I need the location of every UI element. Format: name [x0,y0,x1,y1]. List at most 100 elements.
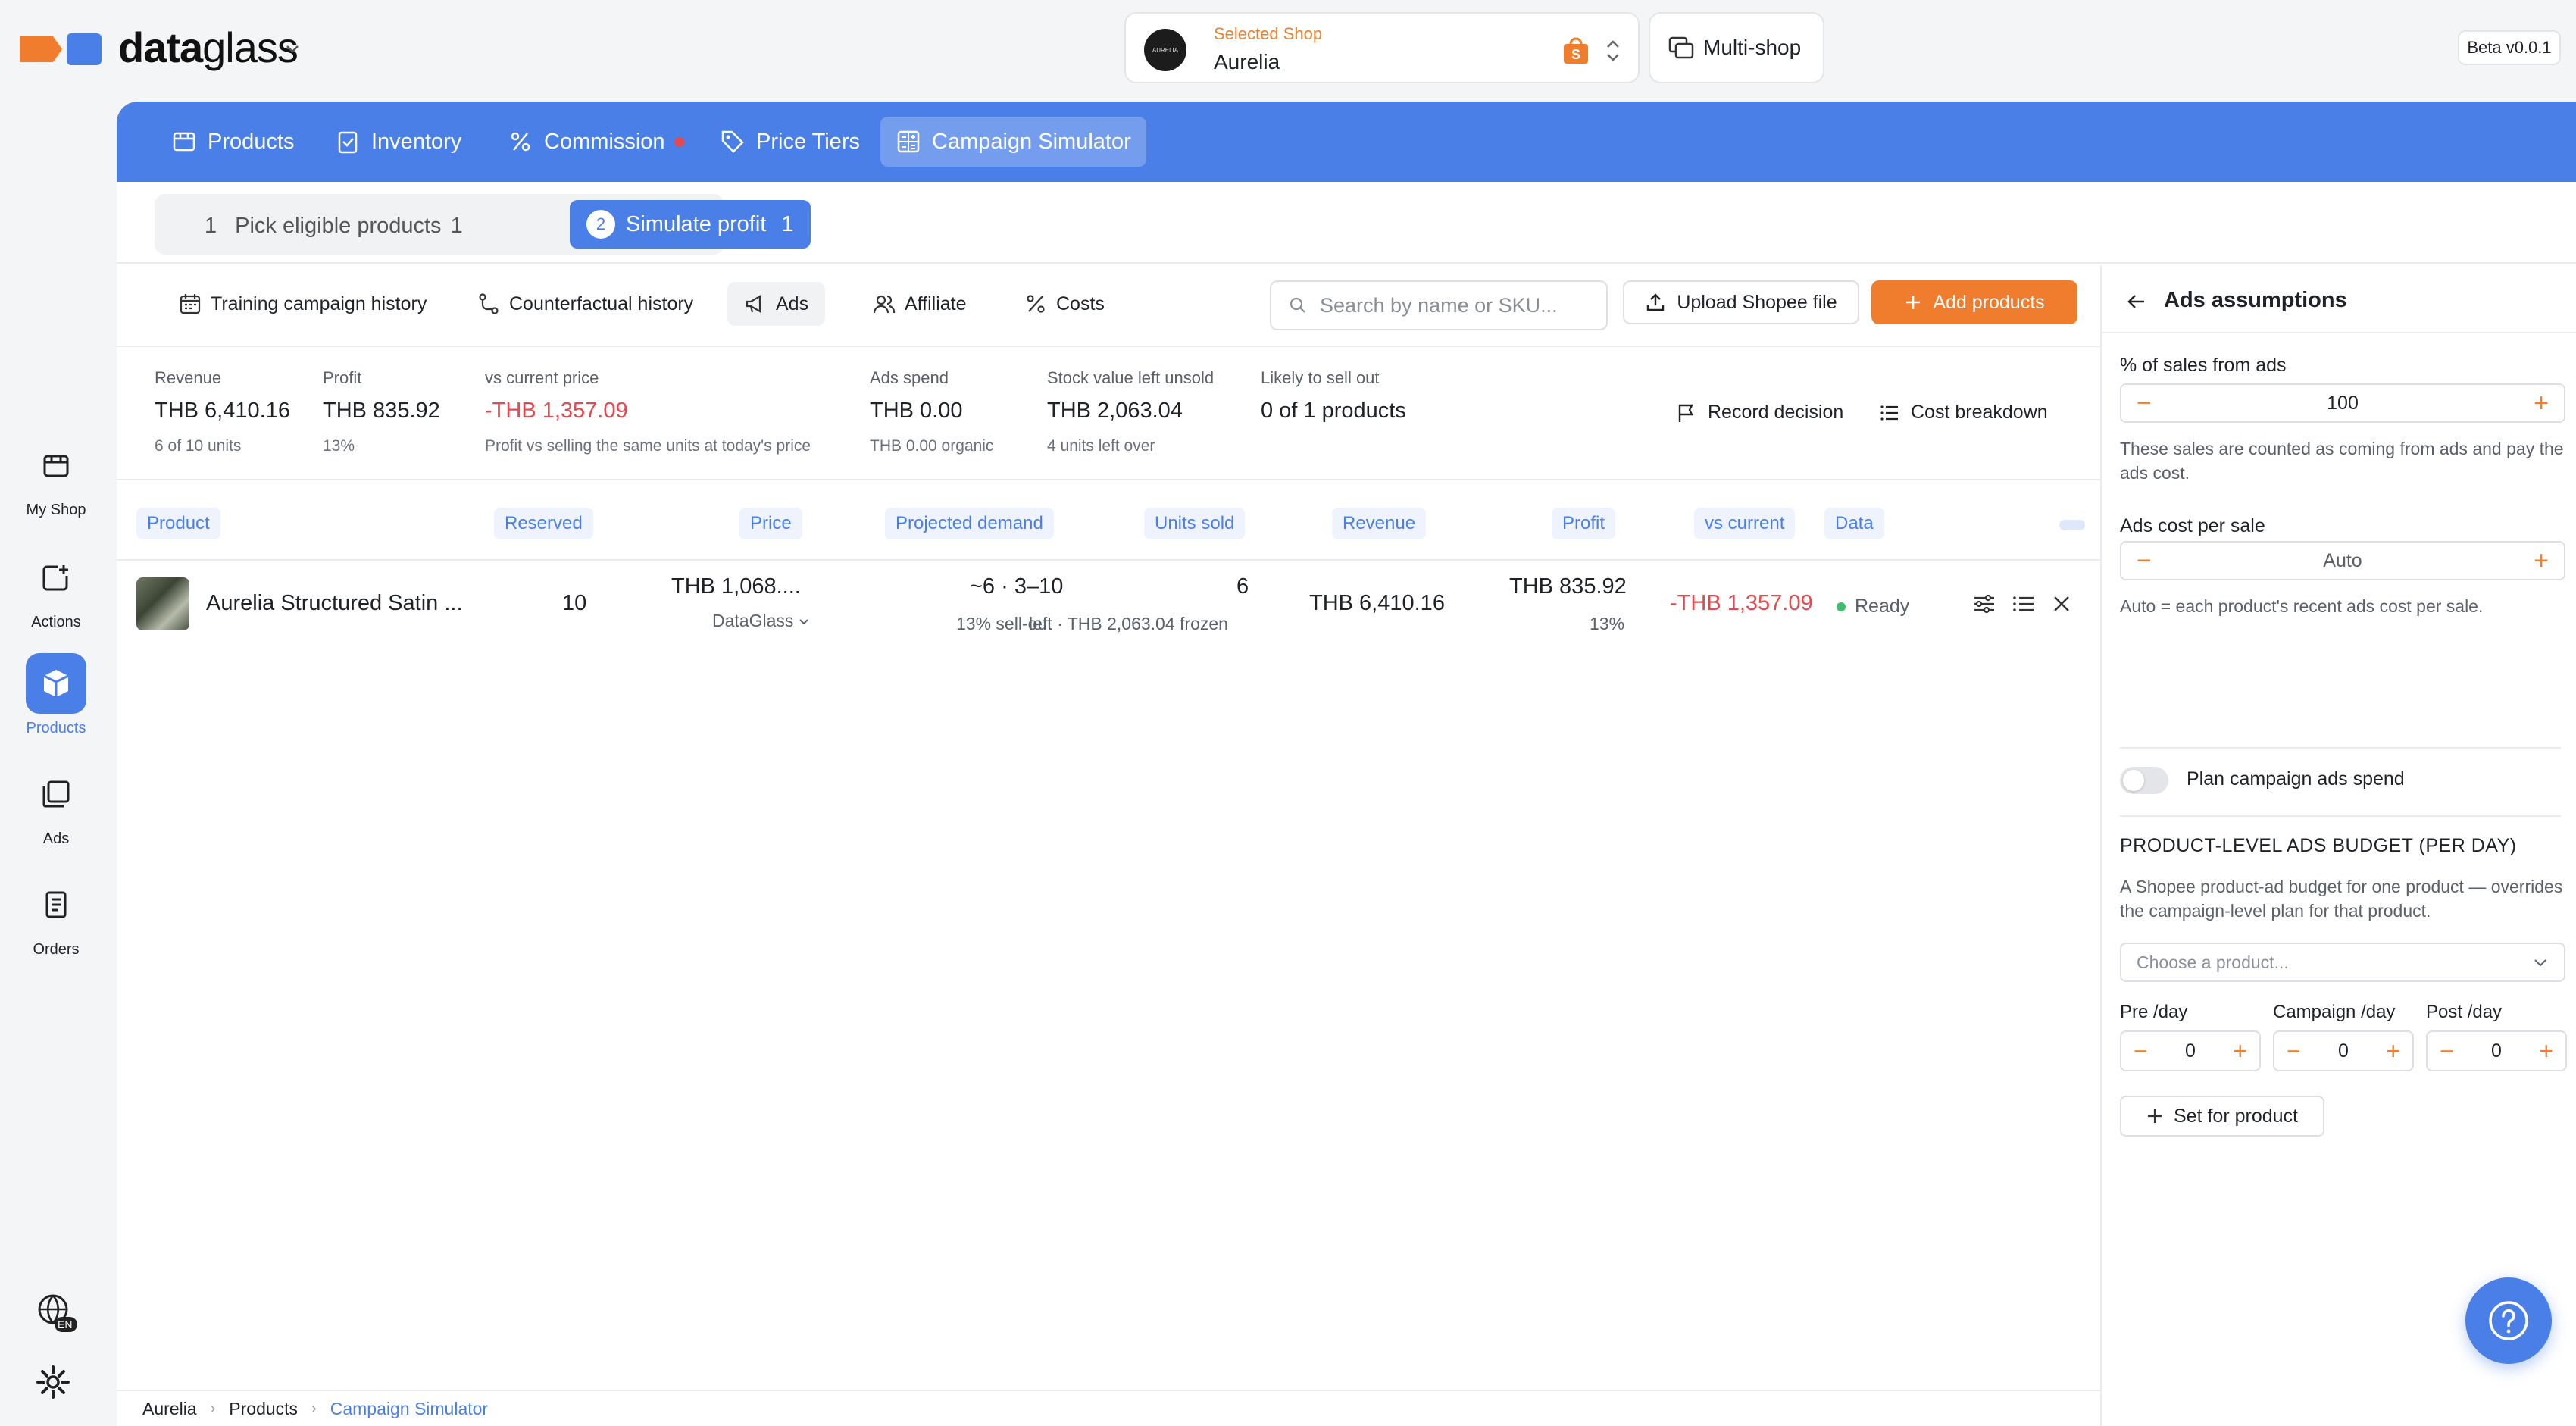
step-count: 1 [781,211,794,236]
price-source-dropdown[interactable]: DataGlass [712,611,810,631]
upload-shopee-file-button[interactable]: Upload Shopee file [1623,280,1859,324]
column-header-reserved[interactable]: Reserved [494,508,593,539]
step-pick-products[interactable]: 1 Pick eligible products 1 [186,203,481,249]
sales-from-ads-stepper[interactable]: − 100 + [2120,383,2565,423]
campaign-day-stepper[interactable]: − 0 + [2273,1030,2414,1071]
breadcrumb-separator-icon: › [210,1399,216,1417]
tab-inventory[interactable]: Inventory [320,117,477,167]
column-resize-handle[interactable] [2059,520,2085,530]
back-arrow-icon[interactable] [2124,289,2149,314]
pre-day-value[interactable]: 0 [2185,1040,2196,1062]
column-header-product[interactable]: Product [136,508,220,539]
tab-price-tiers[interactable]: Price Tiers [705,117,875,167]
column-header-profit[interactable]: Profit [1552,508,1616,539]
tab-commission[interactable]: Commission [492,117,699,167]
stat-revenue: Revenue THB 6,410.16 6 of 10 units [155,368,290,455]
tab-label: Price Tiers [756,129,860,154]
plus-icon[interactable]: + [2233,1039,2247,1063]
plus-icon[interactable]: + [2539,1039,2553,1063]
minus-icon[interactable]: − [2287,1039,2301,1063]
plus-icon[interactable]: + [2534,548,2549,574]
column-header-revenue[interactable]: Revenue [1332,508,1427,539]
stat-ads-spend: Ads spend THB 0.00 THB 0.00 organic [870,368,994,455]
language-selector[interactable]: EN [35,1291,77,1334]
stat-sell-out: Likely to sell out 0 of 1 products [1261,368,1406,423]
post-day-stepper[interactable]: − 0 + [2426,1030,2567,1071]
multishop-button[interactable]: Multi-shop [1649,12,1824,83]
subtab-ads[interactable]: Ads [727,282,826,326]
tab-label: Products [208,129,295,154]
subtab-label: Costs [1056,292,1105,314]
record-decision-button[interactable]: Record decision [1676,402,1843,424]
plus-icon[interactable]: + [2534,390,2549,416]
shop-name: Aurelia [1214,50,1280,73]
tab-label: Inventory [371,129,462,154]
set-for-product-label: Set for product [2174,1105,2298,1127]
minus-icon[interactable]: − [2134,1039,2148,1063]
tab-campaign-simulator[interactable]: Campaign Simulator [880,117,1146,167]
tab-products[interactable]: Products [156,117,309,167]
add-products-button[interactable]: Add products [1871,280,2077,324]
step-label: Pick eligible products [235,213,442,238]
campaign-day-value[interactable]: 0 [2338,1040,2349,1062]
price-source-label: DataGlass [712,611,794,630]
sliders-icon[interactable] [1971,591,1997,617]
choose-product-select[interactable]: Choose a product... [2120,943,2565,982]
minus-icon[interactable]: − [2137,548,2152,574]
module-tabbar: Products Inventory Commission Price Tier… [117,102,2576,182]
settings-button[interactable] [35,1364,77,1406]
divider [2120,747,2561,749]
pre-day-stepper[interactable]: − 0 + [2120,1030,2261,1071]
plus-icon[interactable]: + [2386,1039,2400,1063]
app-name[interactable]: dataglass [118,23,299,72]
table-row[interactable]: Aurelia Structured Satin ... 10 THB 1,06… [117,562,2100,656]
breadcrumb-shop[interactable]: Aurelia [142,1399,197,1419]
help-button[interactable] [2465,1277,2552,1364]
sidebar-item-products[interactable]: Products [0,653,112,737]
store-icon [26,435,86,496]
list-icon[interactable] [2011,591,2037,617]
cost-breakdown-button[interactable]: Cost breakdown [1879,402,2048,424]
summary-stats: Revenue THB 6,410.16 6 of 10 units Profi… [117,347,2100,480]
campaign-day-label: Campaign /day [2273,1002,2396,1022]
product-name[interactable]: Aurelia Structured Satin ... [206,591,463,616]
status-dot [1837,602,1846,611]
post-day-value[interactable]: 0 [2491,1040,2502,1062]
chevron-down-icon[interactable] [283,39,302,58]
plan-campaign-ads-toggle[interactable] [2120,767,2168,794]
column-header-units-sold[interactable]: Units sold [1144,508,1246,539]
column-header-projected-demand[interactable]: Projected demand [885,508,1054,539]
ads-icon [26,764,86,824]
sidebar-item-orders[interactable]: Orders [0,874,112,958]
sidebar-item-label: Actions [31,614,81,630]
step-simulate-profit[interactable]: 2 Simulate profit 1 [570,200,811,249]
subtab-training-history[interactable]: Training campaign history [162,282,443,326]
search-input[interactable]: Search by name or SKU... [1270,280,1608,330]
subtab-affiliate[interactable]: Affiliate [856,282,983,326]
column-header-price[interactable]: Price [739,508,802,539]
step-count: 1 [450,213,463,238]
subtab-label: Counterfactual history [509,292,694,314]
set-for-product-button[interactable]: Set for product [2120,1096,2324,1137]
main-content: Products Inventory Commission Price Tier… [117,102,2576,1426]
minus-icon[interactable]: − [2440,1039,2454,1063]
units-left-frozen-value: left · THB 2,063.04 frozen [1029,614,1228,633]
close-icon[interactable] [2049,591,2074,617]
ads-cost-per-sale-value[interactable]: Auto [2323,550,2362,572]
ads-cost-per-sale-stepper[interactable]: − Auto + [2120,541,2565,580]
ads-assumptions-panel: Ads assumptions % of sales from ads − 10… [2100,265,2576,1426]
sidebar-item-actions[interactable]: Actions [0,547,112,631]
projected-demand-value: ~6 · 3–10 [970,574,1064,599]
list-icon [1880,405,1898,421]
units-sold-value: 6 [1236,574,1249,599]
shop-selector[interactable]: AURELIA Selected Shop Aurelia S [1124,12,1640,83]
sidebar-item-my-shop[interactable]: My Shop [0,435,112,519]
column-header-vs-current[interactable]: vs current [1694,508,1796,539]
subtab-counterfactual-history[interactable]: Counterfactual history [461,282,710,326]
sales-from-ads-value[interactable]: 100 [2327,392,2359,414]
column-header-data[interactable]: Data [1824,508,1884,539]
minus-icon[interactable]: − [2137,390,2152,416]
breadcrumb-products[interactable]: Products [229,1399,298,1419]
sidebar-item-ads[interactable]: Ads [0,764,112,848]
subtab-costs[interactable]: Costs [1008,282,1121,326]
